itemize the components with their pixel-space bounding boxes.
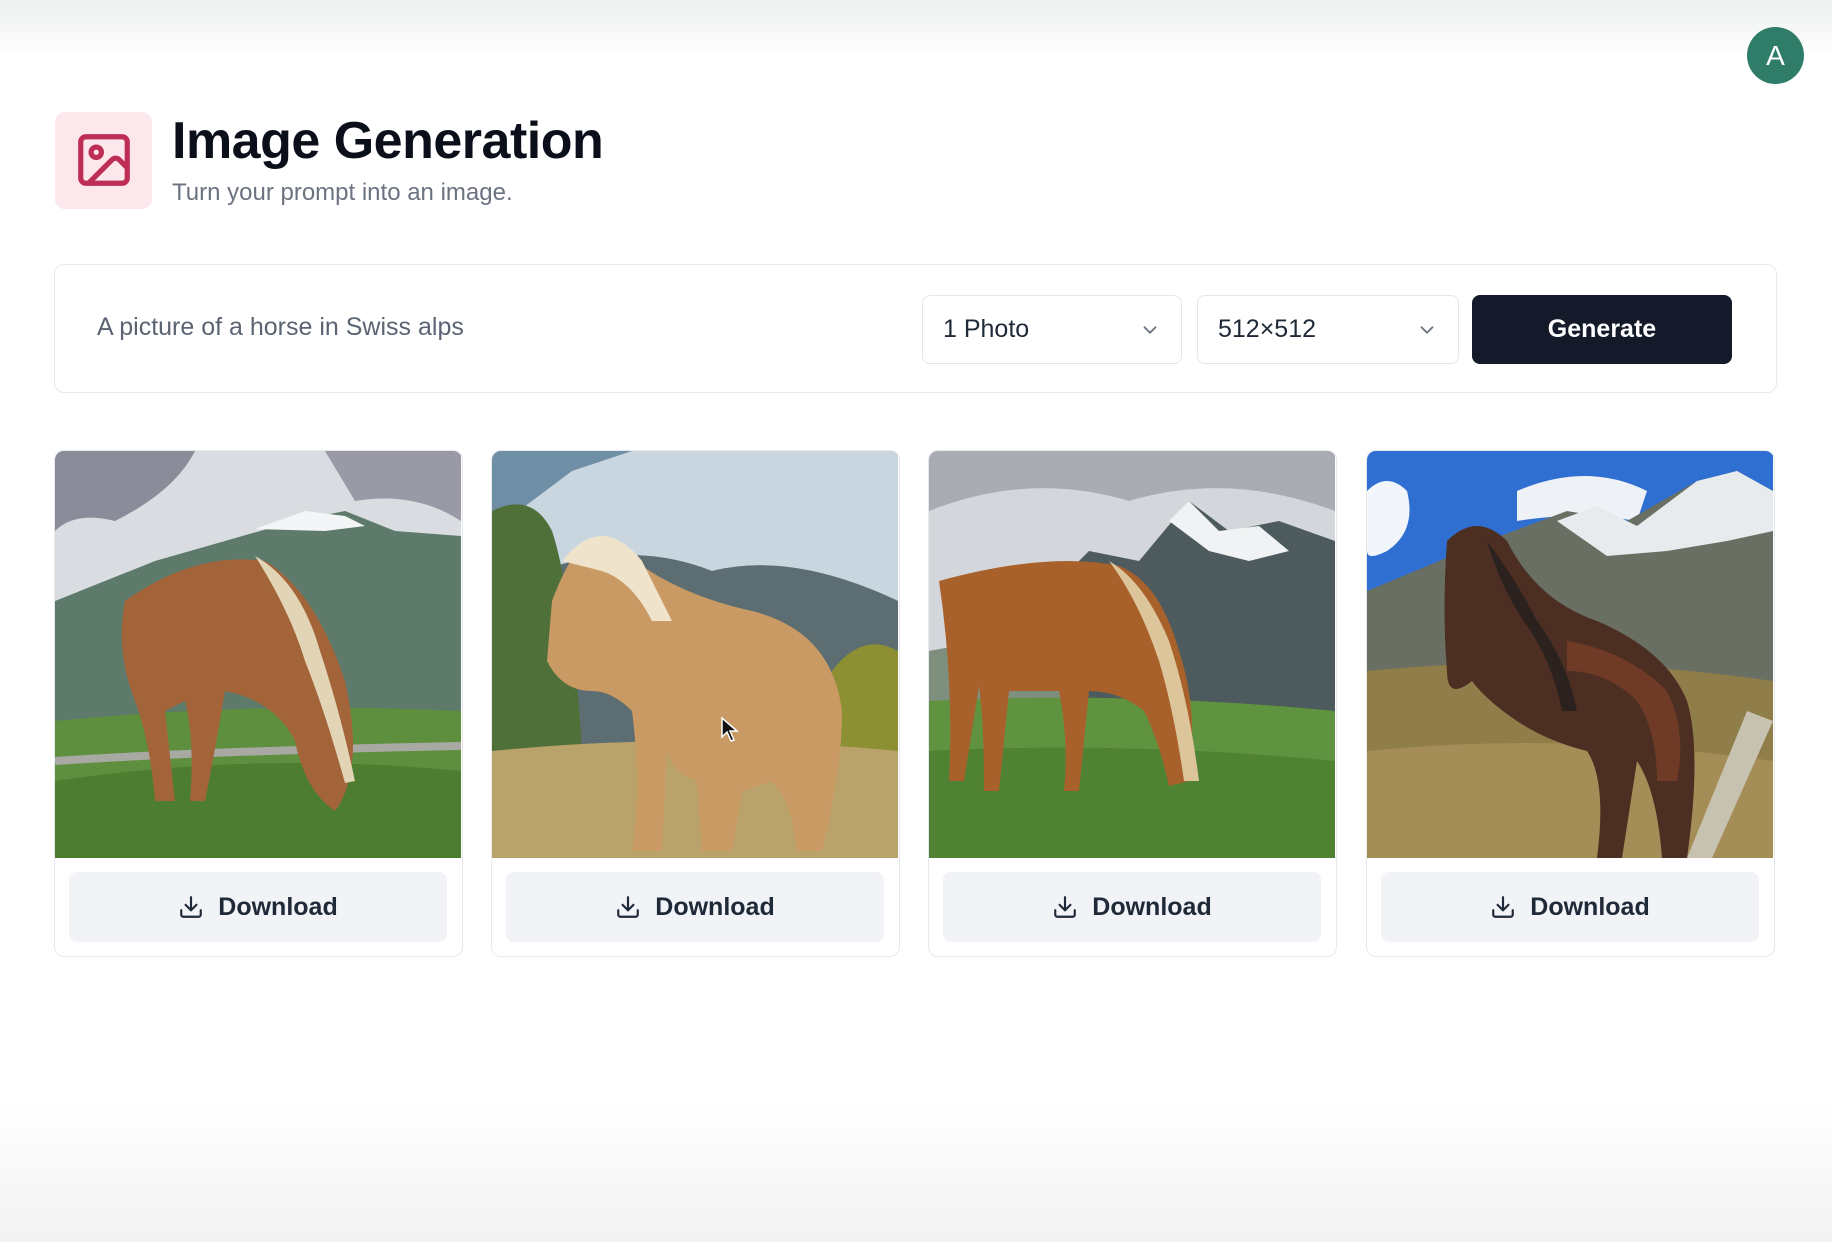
download-button[interactable]: Download [1381, 872, 1759, 942]
generate-button[interactable]: Generate [1472, 295, 1732, 364]
user-avatar[interactable]: A [1747, 27, 1804, 84]
download-icon [180, 896, 203, 918]
resolution-select[interactable]: 512×512 [1197, 295, 1459, 364]
image-card: Download [1366, 450, 1775, 957]
image-card: Download [491, 450, 900, 957]
download-button[interactable]: Download [69, 872, 447, 942]
download-button[interactable]: Download [943, 872, 1321, 942]
photo-amount-value: 1 Photo [943, 315, 1030, 343]
download-icon [1492, 896, 1515, 918]
chevron-down-icon [1143, 325, 1157, 334]
prompt-form: A picture of a horse in Swiss alps 1 Pho… [54, 264, 1777, 393]
page-subtitle: Turn your prompt into an image. [172, 178, 513, 206]
top-bar [0, 0, 1832, 60]
bottom-fade [0, 1102, 1832, 1242]
download-icon [617, 896, 640, 918]
download-label: Download [1530, 892, 1650, 921]
image-icon-tile [55, 111, 152, 209]
image-icon [77, 134, 130, 186]
download-label: Download [655, 892, 775, 921]
mouse-cursor-icon [721, 717, 739, 742]
prompt-input[interactable]: A picture of a horse in Swiss alps [97, 313, 464, 342]
chevron-down-icon [1420, 325, 1434, 334]
generated-image[interactable] [492, 451, 898, 858]
generated-image[interactable] [1367, 451, 1773, 858]
download-label: Download [1092, 892, 1212, 921]
generated-image[interactable] [929, 451, 1335, 858]
download-label: Download [218, 892, 338, 921]
image-card: Download [928, 450, 1337, 957]
generated-image[interactable] [55, 451, 461, 858]
page-header: Image Generation Turn your prompt into a… [55, 110, 604, 210]
download-button[interactable]: Download [506, 872, 884, 942]
image-card: Download [54, 450, 463, 957]
photo-amount-select[interactable]: 1 Photo [922, 295, 1182, 364]
page-title: Image Generation [172, 112, 604, 171]
download-icon [1054, 896, 1077, 918]
avatar-initial: A [1766, 39, 1785, 71]
resolution-value: 512×512 [1218, 315, 1317, 343]
